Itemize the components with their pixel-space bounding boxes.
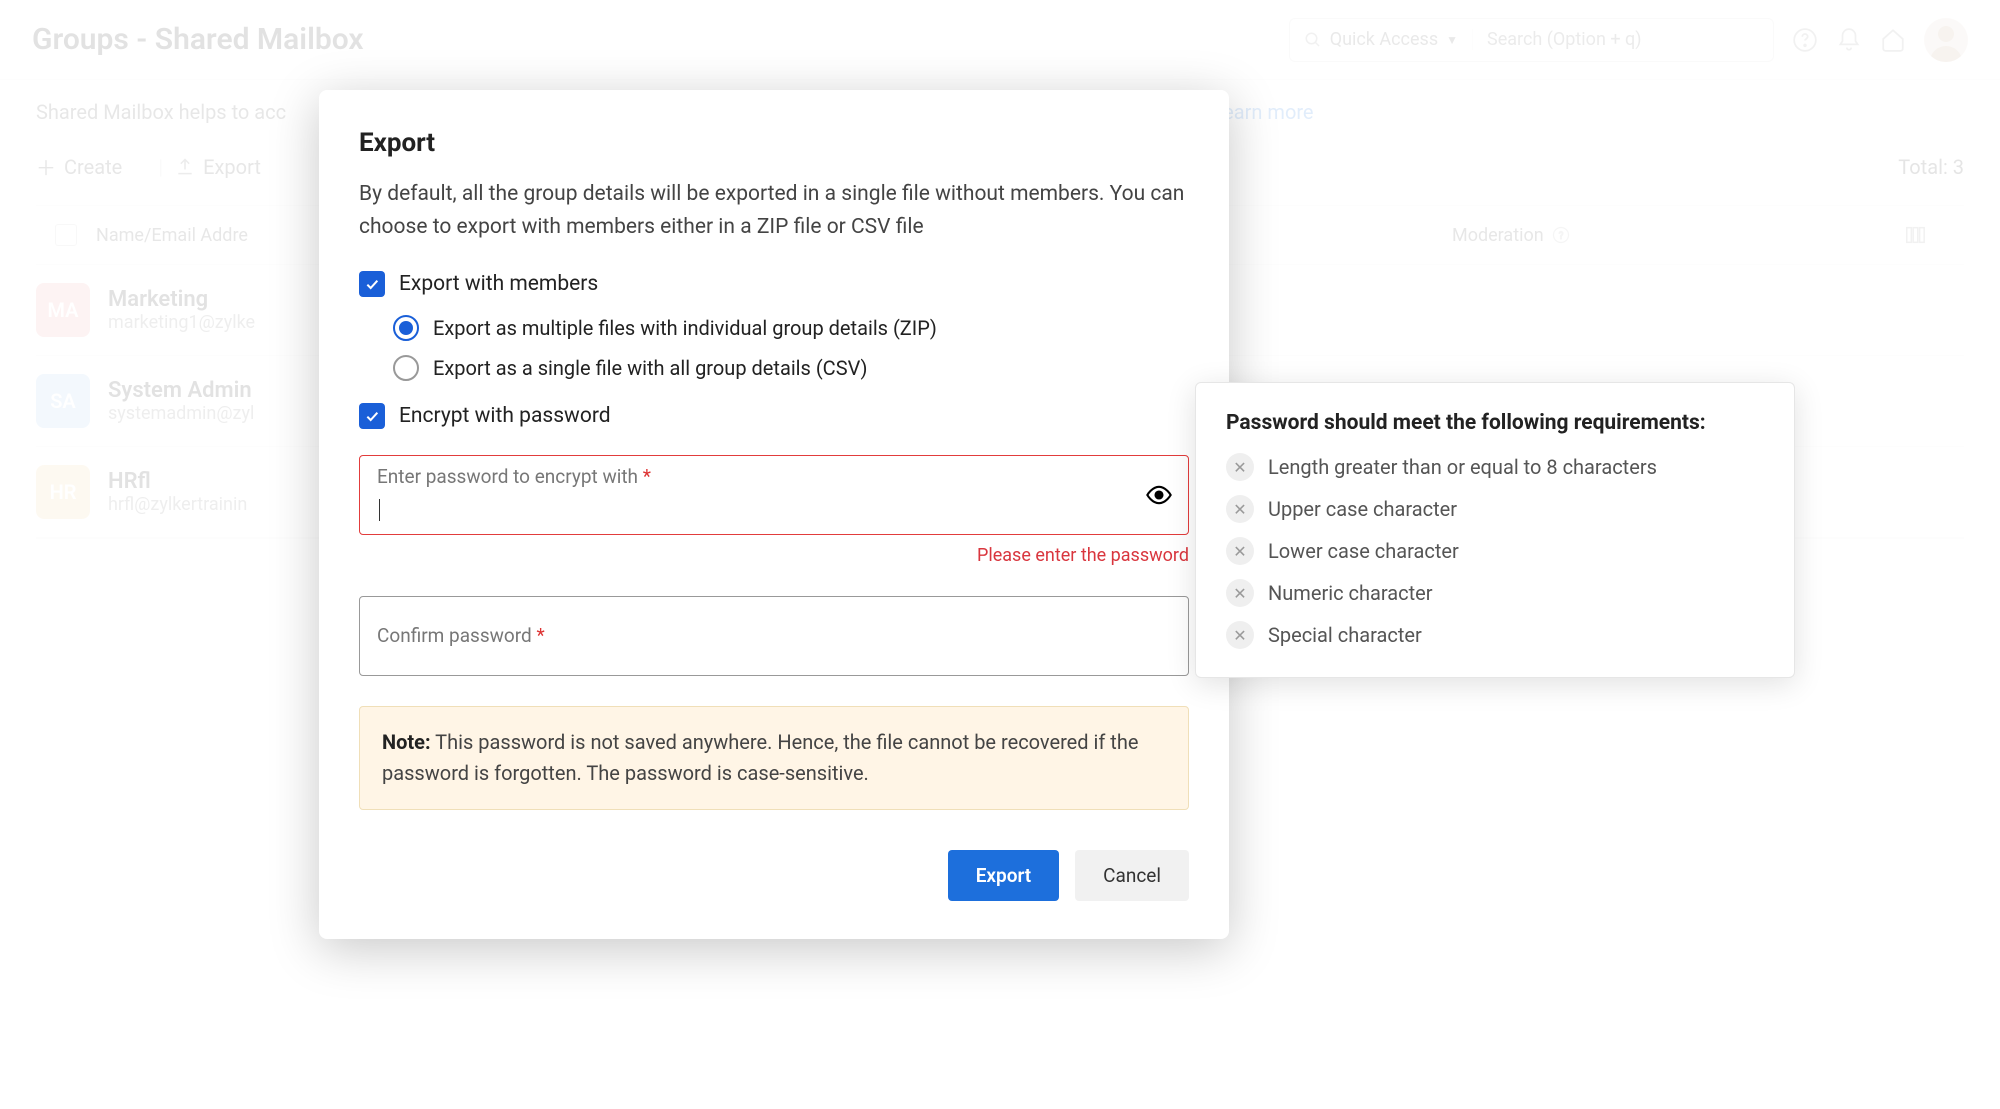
password-rule: ✕Special character	[1226, 621, 1764, 649]
dialog-title: Export	[359, 128, 1189, 158]
password-rule: ✕Length greater than or equal to 8 chara…	[1226, 453, 1764, 481]
x-icon: ✕	[1226, 621, 1254, 649]
x-icon: ✕	[1226, 579, 1254, 607]
export-dialog: Export By default, all the group details…	[319, 90, 1229, 939]
radio-zip[interactable]	[393, 315, 419, 341]
password-rule: ✕Numeric character	[1226, 579, 1764, 607]
password-rule: ✕Lower case character	[1226, 537, 1764, 565]
password-rule: ✕Upper case character	[1226, 495, 1764, 523]
radio-csv[interactable]	[393, 355, 419, 381]
export-with-members-label: Export with members	[399, 272, 598, 296]
password-label: Enter password to encrypt with *	[377, 465, 651, 488]
eye-icon[interactable]	[1145, 481, 1173, 509]
x-icon: ✕	[1226, 453, 1254, 481]
radio-csv-label: Export as a single file with all group d…	[433, 356, 867, 380]
cancel-button[interactable]: Cancel	[1075, 850, 1189, 901]
encrypt-checkbox[interactable]	[359, 403, 385, 429]
x-icon: ✕	[1226, 537, 1254, 565]
x-icon: ✕	[1226, 495, 1254, 523]
export-button[interactable]: Export	[948, 850, 1059, 901]
password-error: Please enter the password	[359, 545, 1189, 566]
password-requirements-title: Password should meet the following requi…	[1226, 411, 1764, 435]
encrypt-label: Encrypt with password	[399, 404, 611, 428]
note-box: Note: This password is not saved anywher…	[359, 706, 1189, 810]
dialog-description: By default, all the group details will b…	[359, 178, 1189, 243]
confirm-password-label: Confirm password *	[377, 624, 545, 647]
export-with-members-checkbox[interactable]	[359, 271, 385, 297]
password-requirements-card: Password should meet the following requi…	[1195, 382, 1795, 678]
radio-zip-label: Export as multiple files with individual…	[433, 316, 937, 340]
